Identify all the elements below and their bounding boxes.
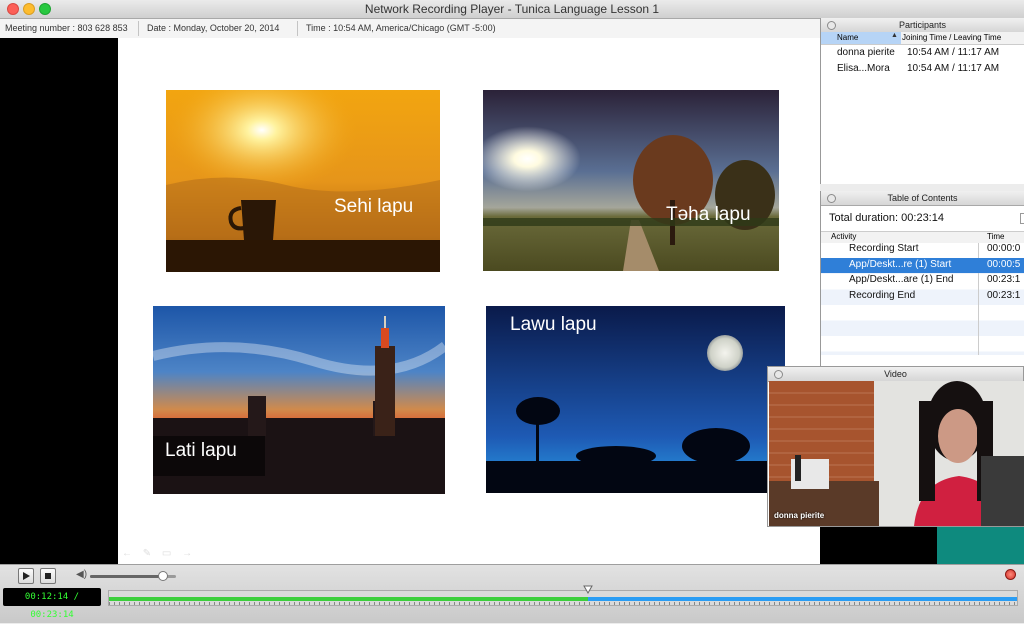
table-of-contents-panel: Table of Contents Total duration: 00:23:… bbox=[820, 191, 1024, 366]
column-header-activity[interactable]: Activity bbox=[831, 232, 856, 241]
video-title: Video bbox=[768, 367, 1023, 382]
annotation-tools-icon[interactable]: ← ✎ ▭ → bbox=[122, 548, 196, 559]
slide-caption: Təha lapu bbox=[666, 204, 751, 225]
volume-icon: ◀) bbox=[76, 569, 88, 580]
play-icon bbox=[23, 572, 30, 580]
toc-time: 00:23:1 bbox=[987, 274, 1021, 285]
close-panel-button[interactable] bbox=[774, 370, 783, 379]
night-moon-photo: Lawu lapu bbox=[486, 306, 785, 493]
meeting-number: Meeting number : 803 628 853 bbox=[5, 23, 128, 33]
remaining-progress bbox=[588, 597, 1017, 601]
column-header-times[interactable]: Joining Time / Leaving Time bbox=[902, 33, 1001, 42]
record-indicator-icon bbox=[1005, 569, 1016, 580]
close-panel-button[interactable] bbox=[827, 194, 836, 203]
participant-times: 10:54 AM / 11:17 AM bbox=[907, 63, 1000, 74]
total-duration: Total duration: 00:23:14 bbox=[829, 212, 944, 224]
city-skyline-photo: Lati lapu bbox=[153, 306, 445, 494]
slide-caption: Lati lapu bbox=[165, 440, 237, 461]
close-panel-button[interactable] bbox=[827, 21, 836, 30]
meeting-time: Time : 10:54 AM, America/Chicago (GMT -5… bbox=[306, 23, 496, 33]
played-progress bbox=[109, 597, 588, 601]
toc-activity[interactable]: App/Deskt...re (1) Start bbox=[849, 259, 951, 270]
participants-title: Participants bbox=[821, 18, 1024, 33]
participants-header: Name ▲ Joining Time / Leaving Time bbox=[821, 32, 1024, 45]
volume-slider-knob[interactable] bbox=[158, 571, 168, 581]
sort-ascending-icon: ▲ bbox=[891, 32, 898, 39]
player-controls: ◀) 00:12:14 / 00:23:14 bbox=[0, 564, 1024, 623]
window-title-bar: Network Recording Player - Tunica Langua… bbox=[0, 0, 1024, 19]
play-button[interactable] bbox=[18, 568, 34, 584]
volume-slider[interactable] bbox=[90, 571, 176, 581]
toc-activity[interactable]: Recording End bbox=[849, 290, 915, 301]
column-header-time[interactable]: Time bbox=[987, 232, 1004, 241]
toc-checkbox[interactable] bbox=[1020, 213, 1024, 224]
video-panel: Video donna pierite bbox=[767, 366, 1024, 527]
stop-icon bbox=[45, 573, 51, 579]
meeting-info-bar: Meeting number : 803 628 853 Date : Mond… bbox=[0, 19, 820, 39]
time-display: 00:12:14 / 00:23:14 bbox=[3, 588, 101, 620]
toc-time: 00:23:1 bbox=[987, 290, 1021, 301]
toc-activity[interactable]: App/Deskt...are (1) End bbox=[849, 274, 954, 285]
field-tree-photo: Təha lapu bbox=[483, 90, 779, 271]
participant-name[interactable]: Elisa...Mora bbox=[837, 63, 890, 74]
sunset-coffee-photo: Sehi lapu bbox=[166, 90, 440, 272]
participant-name[interactable]: donna pierite bbox=[837, 47, 895, 58]
stop-button[interactable] bbox=[40, 568, 56, 584]
toc-time: 00:00:0 bbox=[987, 243, 1021, 254]
slide-caption: Lawu lapu bbox=[510, 314, 597, 335]
video-participant-name: donna pierite bbox=[774, 511, 825, 520]
participants-panel: Participants Name ▲ Joining Time / Leavi… bbox=[820, 18, 1024, 184]
playback-timeline[interactable] bbox=[108, 585, 1018, 606]
toc-title: Table of Contents bbox=[821, 191, 1024, 206]
toc-time: 00:00:5 bbox=[987, 259, 1021, 270]
shared-slide: Sehi lapu Təha lapu Lati lapu Lawu lapu … bbox=[118, 38, 820, 564]
timeline-ticks bbox=[109, 602, 1017, 605]
column-header-name[interactable]: Name ▲ bbox=[821, 32, 901, 44]
playhead-marker[interactable] bbox=[583, 585, 593, 595]
window-title: Network Recording Player - Tunica Langua… bbox=[364, 2, 660, 16]
participant-times: 10:54 AM / 11:17 AM bbox=[907, 47, 1000, 58]
webcam-video: donna pierite bbox=[769, 381, 1024, 526]
slide-caption: Sehi lapu bbox=[334, 196, 414, 217]
meeting-date: Date : Monday, October 20, 2014 bbox=[147, 23, 280, 33]
toc-activity[interactable]: Recording Start bbox=[849, 243, 918, 254]
stage-left-margin bbox=[0, 38, 118, 564]
